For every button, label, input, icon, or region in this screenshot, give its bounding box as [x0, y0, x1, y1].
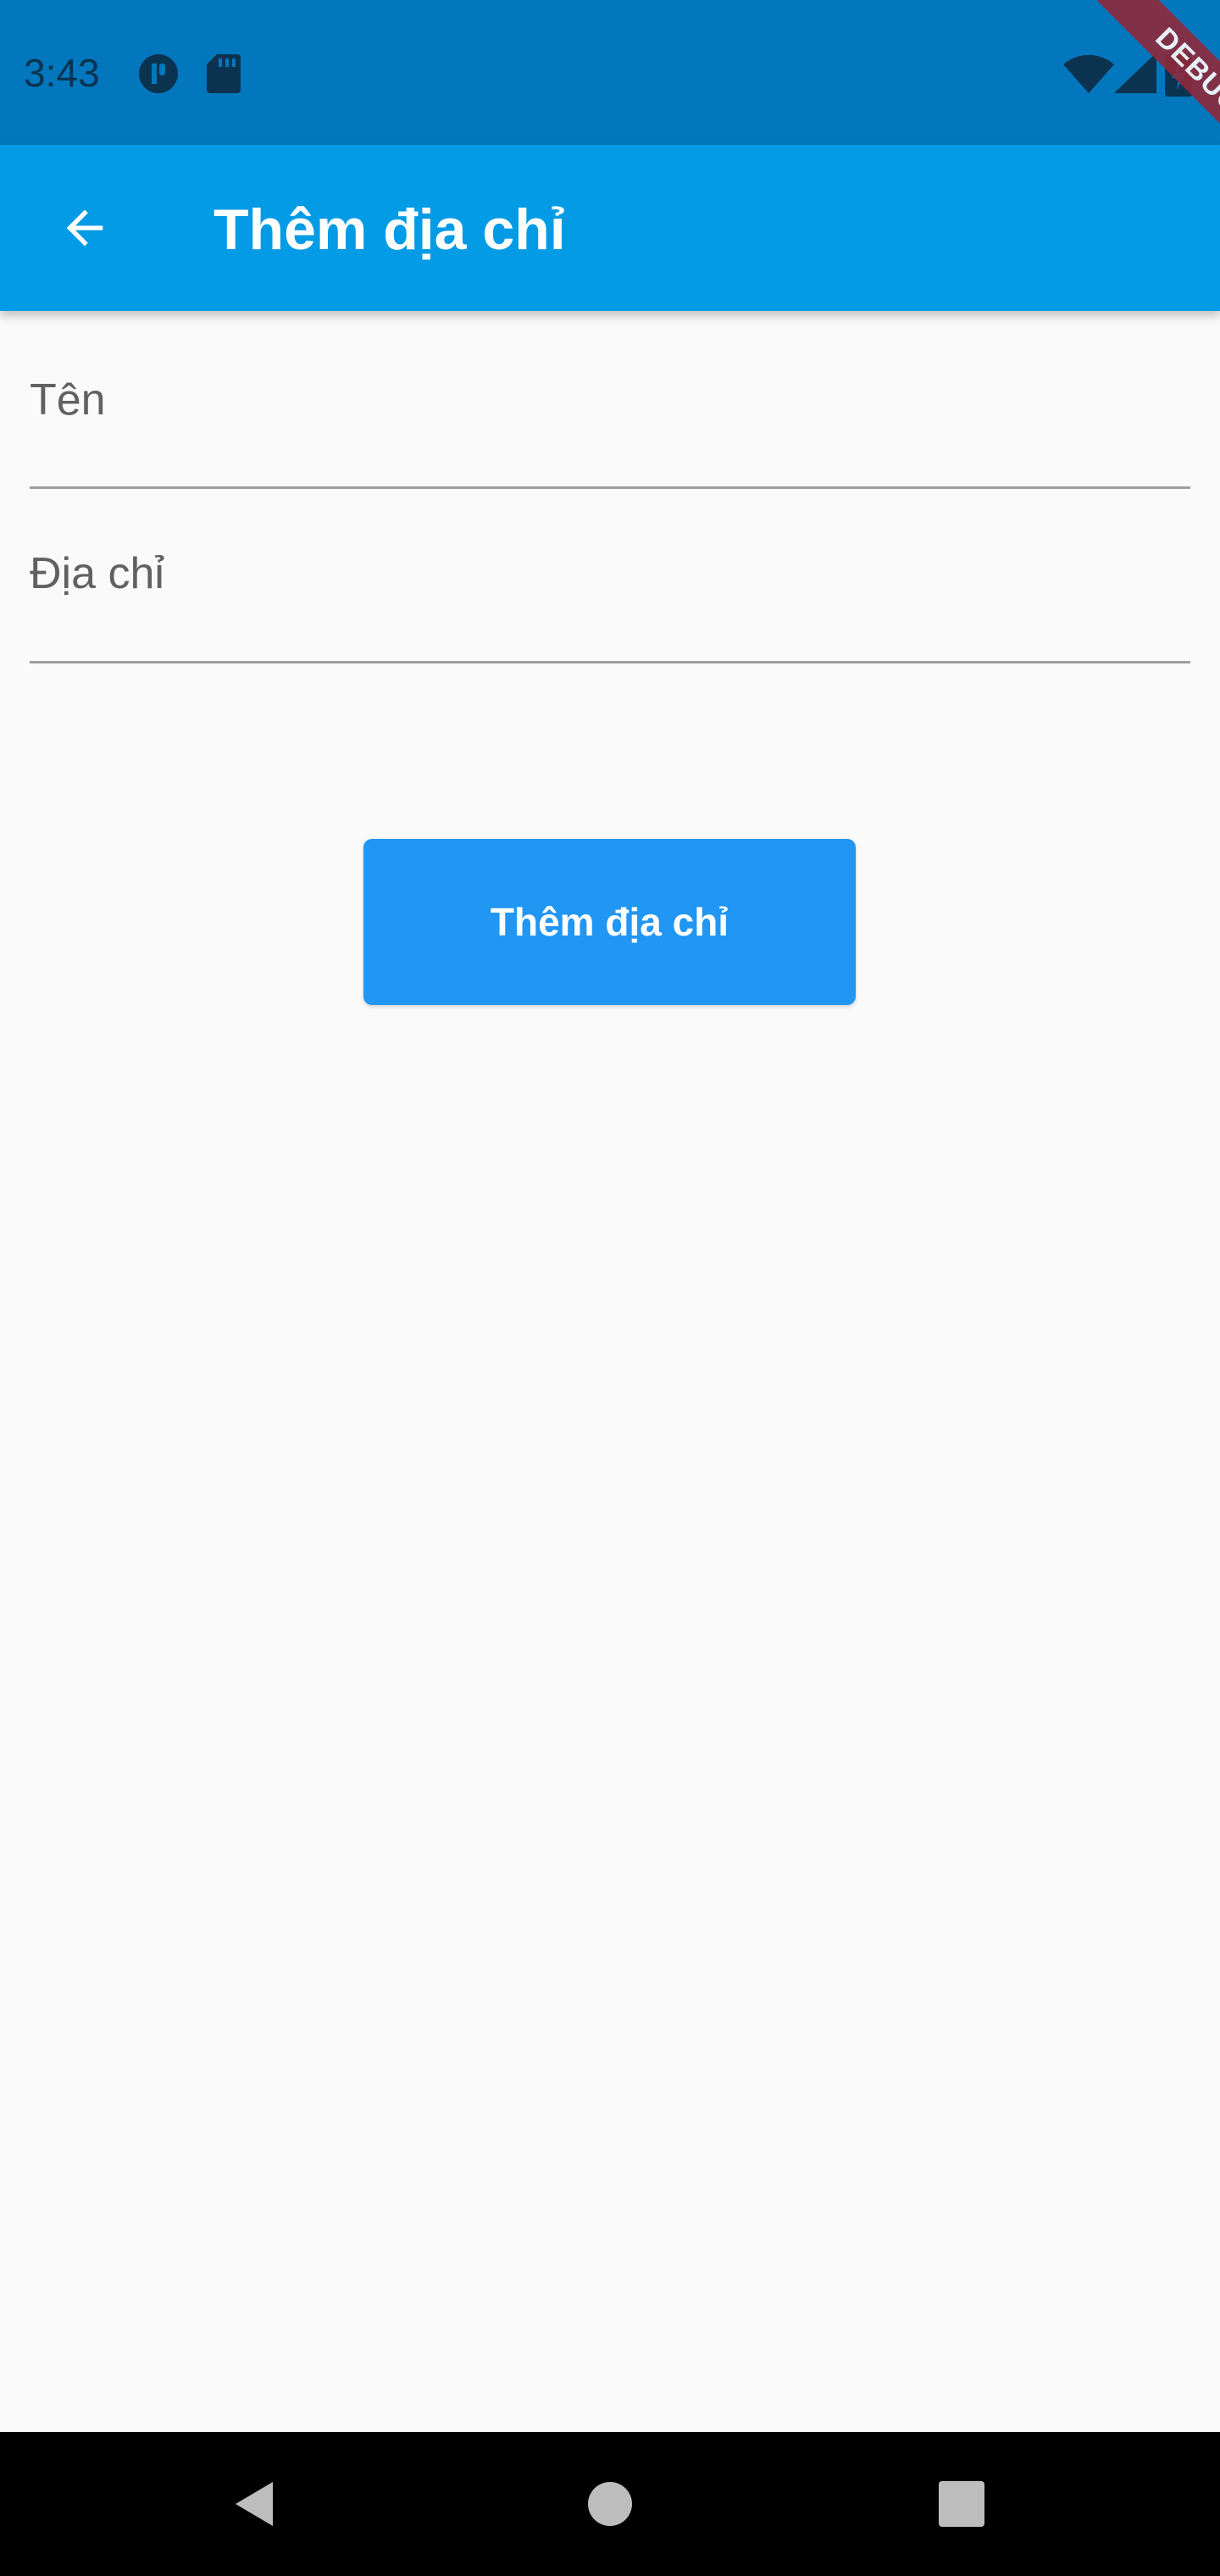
back-button[interactable] — [42, 186, 127, 270]
name-field[interactable]: Tên — [30, 347, 1190, 489]
back-triangle-icon — [236, 2482, 273, 2526]
status-bar: 3:43 — [0, 0, 1220, 145]
signal-icon — [1114, 53, 1156, 93]
status-time: 3:43 — [24, 51, 100, 95]
nav-recents-button[interactable] — [919, 2462, 1004, 2546]
arrow-back-icon — [66, 209, 103, 247]
page-title: Thêm địa chỉ — [214, 197, 566, 262]
system-nav-bar — [0, 2432, 1220, 2576]
app-bar: Thêm địa chỉ — [0, 145, 1220, 311]
address-field-label: Địa chỉ — [30, 549, 164, 598]
app-notification-icon — [139, 54, 178, 93]
add-address-button-label: Thêm địa chỉ — [490, 900, 729, 944]
nav-back-button[interactable] — [212, 2462, 297, 2546]
name-field-label: Tên — [30, 375, 106, 425]
address-field[interactable]: Địa chỉ — [30, 521, 1190, 663]
sd-card-icon — [207, 54, 241, 93]
home-circle-icon — [588, 2482, 632, 2526]
recents-square-icon — [939, 2481, 984, 2527]
battery-charging-icon — [1165, 49, 1192, 97]
nav-home-button[interactable] — [568, 2462, 652, 2546]
add-address-button[interactable]: Thêm địa chỉ — [363, 839, 856, 1005]
wifi-icon — [1063, 54, 1114, 93]
